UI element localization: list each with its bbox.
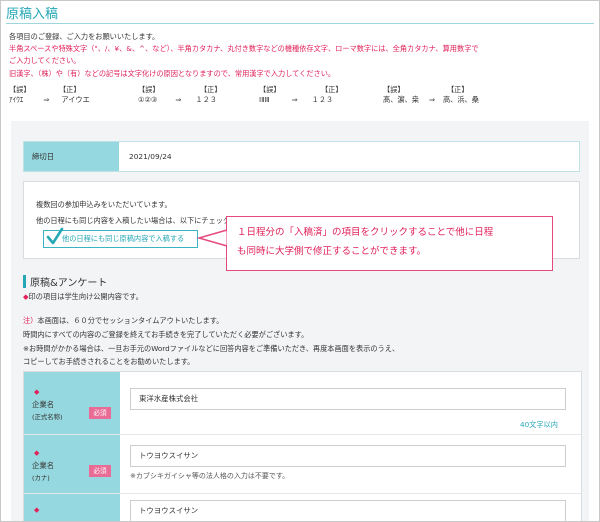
form-row-next: ◆ トウヨウスイサン	[24, 494, 581, 521]
field-label-cell: ◆ 企業名 (正式名称) 必須	[24, 372, 120, 434]
field-name: 企業名	[32, 400, 55, 409]
required-badge: 必須	[89, 465, 111, 477]
copy-to-other-dates-button[interactable]: 他の日程にも同じ原稿内容で入稿する	[43, 230, 198, 248]
field-sub: (カナ)	[32, 474, 50, 482]
session-warning: 注）本画面は、６０分でセッションタイムアウトいたします。 時間内にすべての内容の…	[23, 316, 400, 367]
section-note: ◆印の項目は学生向け公開内容です。	[23, 292, 143, 301]
checkmark-icon[interactable]	[46, 226, 64, 246]
intro-line-4: 旧漢字、（株）や（有）などの記号は文字化けの原因となりますので、常用漢字で入力し…	[9, 68, 336, 78]
diamond-icon: ◆	[34, 506, 40, 514]
required-badge: 必須	[89, 407, 111, 419]
callout-line-2: も同時に大学側で修正することができます。	[237, 246, 427, 257]
page-frame: 原稿入稿 各項目のご登録、ご入力をお願いいたします。 半角スペースや特殊文字（"…	[0, 0, 600, 522]
field-name: 企業名	[32, 461, 55, 470]
company-kana-input[interactable]: トウヨウスイサン	[130, 445, 566, 467]
next-field-input[interactable]: トウヨウスイサン	[130, 500, 566, 521]
intro-line-3: ご入力してください。	[9, 56, 81, 66]
field-hint: ※カブシキガイシャ等の法人格の入力は不要です。	[130, 472, 290, 480]
form-row-company-kana: ◆ 企業名 (カナ) 必須 トウヨウスイサン ※カブシキガイシャ等の法人格の入力…	[24, 435, 581, 494]
char-limit-note: 40文字以内	[520, 420, 558, 429]
deadline-row: 締切日 2021/09/24	[23, 141, 580, 172]
intro-text: 各項目のご登録、ご入力をお願いいたします。 半角スペースや特殊文字（"、/、¥、…	[9, 31, 479, 80]
deadline-value: 2021/09/24	[129, 152, 172, 161]
intro-line-1: 各項目のご登録、ご入力をお願いいたします。	[9, 32, 160, 41]
annotation-callout: １日程分の「入稿済」の項目をクリックすることで他に日程 も同時に大学側で修正する…	[226, 216, 553, 271]
conv-example-2: 【誤】 【正】 ①②③ ⇒ １２３	[138, 85, 222, 104]
warning-head: 注）	[23, 316, 38, 325]
conv-example-3: 【誤】 【正】 ⅠⅡⅢ ⇒ １２３	[259, 85, 343, 104]
page-title: 原稿入稿	[6, 7, 59, 22]
form-table: ◆ 企業名 (正式名称) 必須 東洋水産株式会社 40文字以内 ◆ 企業名 (カ…	[23, 371, 582, 521]
section-accent-bar	[23, 275, 26, 288]
conv-example-1: 【誤】 【正】 ｱｲｳｴ ⇒ アイウエ	[9, 85, 90, 104]
diamond-icon: ◆	[34, 449, 40, 457]
field-label-cell: ◆ 企業名 (カナ) 必須	[24, 435, 120, 493]
multi-entry-line-1: 複数回の参加申込みをいただいています。	[36, 200, 172, 209]
section-title: 原稿&アンケート	[30, 278, 108, 289]
company-name-input[interactable]: 東洋水産株式会社	[130, 388, 566, 410]
field-label-cell: ◆	[24, 494, 120, 521]
form-row-company-name: ◆ 企業名 (正式名称) 必須 東洋水産株式会社 40文字以内	[24, 372, 581, 435]
callout-line-1: １日程分の「入稿済」の項目をクリックすることで他に日程	[237, 227, 494, 238]
deadline-label: 締切日	[24, 142, 119, 171]
field-sub: (正式名称)	[32, 413, 63, 421]
conv-example-4: 【誤】 【正】 髙、濵、桒 ⇒ 高、浜、桑	[383, 85, 479, 104]
intro-line-2: 半角スペースや特殊文字（"、/、¥、&、^、など）、半角カタカナ、丸付き数字など…	[9, 44, 479, 54]
diamond-icon: ◆	[34, 388, 40, 396]
title-divider	[6, 23, 594, 24]
